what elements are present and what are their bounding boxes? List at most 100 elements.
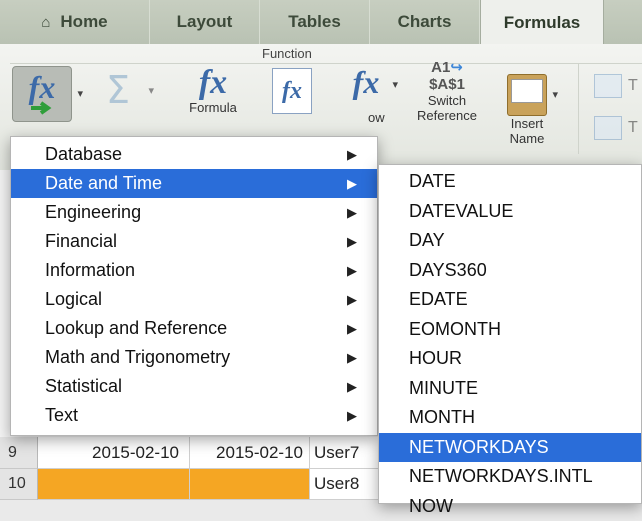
function-item-label: EDATE: [409, 289, 468, 309]
submenu-arrow-icon: ▶: [347, 233, 357, 249]
green-arrow-icon: [31, 101, 52, 115]
function-item-days360[interactable]: DAYS360: [379, 256, 641, 285]
ribbon-divider: [10, 63, 642, 64]
menu-item-financial[interactable]: Financial ▶: [11, 227, 377, 256]
chevron-down-icon: ▾: [392, 79, 398, 91]
submenu-arrow-icon: ▶: [347, 407, 357, 423]
menu-item-information[interactable]: Information ▶: [11, 256, 377, 285]
function-item-label: EOMONTH: [409, 318, 501, 339]
menu-item-logical[interactable]: Logical ▶: [11, 285, 377, 314]
menu-item-engineering[interactable]: Engineering ▶: [11, 198, 377, 227]
submenu-arrow-icon: ▶: [347, 262, 357, 278]
trace-dependents-label: T: [628, 119, 638, 136]
function-item-label: MINUTE: [409, 377, 478, 398]
function-item-now[interactable]: NOW: [379, 492, 641, 521]
trace-precedents-button[interactable]: T: [594, 74, 638, 98]
function-item-networkdays[interactable]: NETWORKDAYS: [379, 432, 641, 462]
function-category-menu: Database ▶ Date and Time ▶ Engineering ▶ Finan…: [10, 136, 378, 436]
trace-dependents-button[interactable]: T: [594, 116, 638, 140]
home-icon: ⌂: [41, 13, 51, 31]
trace-precedents-label: T: [628, 77, 638, 94]
fx-tools-icon: fx: [198, 64, 228, 101]
cell-c10[interactable]: User8: [310, 469, 380, 500]
function-item-eomonth[interactable]: EOMONTH: [379, 315, 641, 344]
trace-icon: [594, 74, 622, 98]
tab-layout[interactable]: Layout: [150, 0, 260, 44]
menu-item-lookup-and-reference[interactable]: Lookup and Reference ▶: [11, 314, 377, 343]
function-item-label: MONTH: [409, 407, 475, 427]
autosum-button[interactable]: Σ ▾: [98, 68, 154, 118]
menu-item-label: Lookup and Reference: [45, 318, 228, 338]
menu-item-label: Date and Time: [45, 173, 163, 193]
cell-b9[interactable]: 2015-02-10: [190, 437, 310, 469]
tab-formulas[interactable]: Formulas: [480, 0, 604, 45]
function-item-label: DAY: [409, 230, 445, 250]
cell-a10[interactable]: [38, 469, 190, 500]
chevron-down-icon: ▾: [552, 89, 558, 101]
insert-name-label-2: Name: [509, 131, 545, 146]
function-item-label: DATE: [409, 171, 456, 191]
tab-formulas-label: Formulas: [503, 12, 581, 32]
formula-builder-label: Formula: [189, 100, 237, 115]
menu-item-text[interactable]: Text ▶: [11, 401, 377, 430]
tab-home-label: Home: [60, 12, 108, 31]
function-item-date[interactable]: DATE: [379, 167, 641, 196]
submenu-arrow-icon: ▶: [347, 291, 357, 307]
formula-builder-button[interactable]: fx Formula: [180, 64, 246, 138]
function-item-label: DAYS360: [409, 259, 487, 280]
switch-reference-label-2: Reference: [417, 108, 477, 123]
function-item-edate[interactable]: EDATE: [379, 285, 641, 314]
menu-item-date-and-time[interactable]: Date and Time ▶: [11, 169, 377, 198]
submenu-arrow-icon: ▶: [347, 146, 357, 162]
a1-icon: A1↪: [431, 59, 463, 76]
row-header-9[interactable]: 9: [0, 437, 38, 469]
menu-item-label: Database: [45, 144, 123, 164]
submenu-arrow-icon: ▶: [347, 320, 357, 336]
tab-home[interactable]: ⌂ Home: [0, 0, 150, 44]
fx-box-icon: fx: [272, 68, 312, 114]
cell-c9[interactable]: User7: [310, 437, 380, 469]
submenu-arrow-icon: ▶: [347, 204, 357, 220]
function-item-minute[interactable]: MINUTE: [379, 374, 641, 403]
menu-item-label: Information: [45, 260, 136, 280]
insert-function-button[interactable]: fx ▾: [12, 66, 83, 122]
cell-b10[interactable]: [190, 469, 310, 500]
menu-item-database[interactable]: Database ▶: [11, 140, 377, 169]
cell-a9[interactable]: 2015-02-10: [38, 437, 190, 469]
menu-item-label: Engineering: [45, 202, 142, 222]
group-separator: [578, 64, 579, 154]
menu-item-label: Math and Trigonometry: [45, 347, 231, 367]
absolute-ref-icon: $A$1: [429, 76, 465, 93]
tab-charts-label: Charts: [397, 12, 452, 31]
function-item-datevalue[interactable]: DATEVALUE: [379, 197, 641, 226]
function-item-month[interactable]: MONTH: [379, 403, 641, 432]
function-box-button[interactable]: fx: [270, 68, 314, 118]
function-group-label: Function: [262, 46, 312, 61]
row-header-10[interactable]: 10: [0, 469, 38, 500]
chevron-down-icon: ▾: [148, 85, 154, 97]
tab-layout-label: Layout: [176, 12, 233, 31]
function-item-label: HOUR: [409, 348, 462, 368]
ribbon-tab-bar: ⌂ Home Layout Tables Charts Formulas: [0, 0, 642, 45]
show-formulas-button[interactable]: fx ow ▾: [340, 64, 398, 138]
menu-item-math-and-trigonometry[interactable]: Math and Trigonometry ▶: [11, 343, 377, 372]
function-item-hour[interactable]: HOUR: [379, 344, 641, 373]
insert-name-label-1: Insert: [510, 116, 544, 131]
chevron-down-icon: ▾: [77, 88, 83, 100]
function-item-label: NETWORKDAYS.INTL: [409, 466, 593, 486]
switch-reference-button[interactable]: A1↪ $A$1 Switch Reference: [410, 52, 484, 156]
menu-item-label: Statistical: [45, 376, 123, 396]
submenu-arrow-icon: ▶: [347, 378, 357, 394]
tab-tables[interactable]: Tables: [260, 0, 370, 44]
function-item-label: NOW: [409, 495, 453, 516]
insert-name-button[interactable]: ▾ Insert Name: [492, 74, 562, 158]
tab-tables-label: Tables: [288, 12, 341, 31]
tab-charts[interactable]: Charts: [370, 0, 480, 44]
menu-item-label: Logical: [45, 289, 103, 309]
function-submenu: DATE DATEVALUE DAY DAYS360 EDATE EOMONTH HOUR M…: [378, 164, 642, 516]
function-item-day[interactable]: DAY: [379, 226, 641, 255]
trace-icon: [594, 116, 622, 140]
menu-item-statistical[interactable]: Statistical ▶: [11, 372, 377, 401]
show-formulas-label: ow: [368, 110, 385, 125]
function-item-networkdays-intl[interactable]: NETWORKDAYS.INTL: [379, 462, 641, 491]
